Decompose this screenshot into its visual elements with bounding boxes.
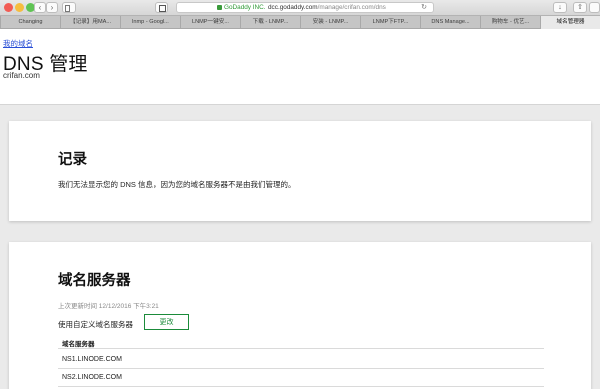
records-message: 我们无法显示您的 DNS 信息，因为您的域名服务器不是由我们管理的。 (58, 180, 296, 189)
tab[interactable]: LNMP一键安... (180, 16, 240, 29)
tab[interactable]: 安装 - LNMP... (300, 16, 360, 29)
tab[interactable]: DNS Manage... (420, 16, 480, 29)
nameservers-card: 域名服务器 上次更新时间 12/12/2016 下午3:21 使用自定义域名服务… (9, 242, 591, 389)
lock-icon (217, 5, 222, 10)
tab[interactable]: Changing (0, 16, 60, 29)
address-bar[interactable]: GoDaddy INC. dcc.godaddy.com/manage/crif… (176, 2, 434, 13)
reload-icon[interactable]: ↻ (421, 3, 427, 12)
close-window-button[interactable] (4, 3, 13, 12)
tab[interactable]: 【记录】用MA... (60, 16, 120, 29)
certificate-org: GoDaddy INC. (224, 4, 266, 11)
nameserver-row: NS1.LINODE.COM (62, 356, 122, 363)
share-button[interactable]: ⇧ (573, 2, 587, 13)
page-header: 我的域名 DNS 管理 crifan.com (0, 29, 600, 105)
nameserver-row: NS2.LINODE.COM (62, 374, 122, 381)
records-card: 记录 我们无法显示您的 DNS 信息，因为您的域名服务器不是由我们管理的。 (9, 121, 591, 221)
download-button[interactable]: ↓ (553, 2, 567, 13)
tab[interactable]: 购物车 - 优艺... (480, 16, 540, 29)
url-host: dcc.godaddy.com (268, 4, 318, 11)
tab-active[interactable]: 域名管理器 (540, 16, 600, 29)
tab[interactable]: LNMP下FTP... (360, 16, 420, 29)
records-heading: 记录 (58, 152, 87, 168)
page-content: 我的域名 DNS 管理 crifan.com 记录 我们无法显示您的 DNS 信… (0, 29, 600, 389)
download-icon: ↓ (558, 4, 562, 11)
sidebar-toggle-button[interactable] (62, 2, 76, 13)
url-path: /manage/crifan.com/dns (317, 4, 386, 11)
tab-bar: Changing 【记录】用MA... lnmp - Googl... LNMP… (0, 15, 600, 29)
breadcrumb-my-domains[interactable]: 我的域名 (3, 38, 33, 49)
share-icon: ⇧ (577, 4, 583, 11)
domain-name: crifan.com (3, 71, 40, 80)
browser-toolbar: ‹ › GoDaddy INC. dcc.godaddy.com/manage/… (0, 0, 600, 15)
divider (58, 348, 544, 349)
tab-overview-button[interactable] (155, 2, 168, 13)
nameservers-heading: 域名服务器 (58, 273, 131, 289)
custom-nameserver-label: 使用自定义域名服务器 (58, 320, 133, 329)
divider (58, 368, 544, 369)
minimize-window-button[interactable] (15, 3, 24, 12)
new-tab-button[interactable] (589, 2, 600, 13)
tab[interactable]: 下载 - LNMP... (240, 16, 300, 29)
tab[interactable]: lnmp - Googl... (120, 16, 180, 29)
back-button[interactable]: ‹ (34, 2, 46, 13)
url-text: dcc.godaddy.com/manage/crifan.com/dns (268, 3, 386, 12)
last-updated: 上次更新时间 12/12/2016 下午3:21 (58, 303, 159, 310)
forward-button[interactable]: › (46, 2, 58, 13)
divider (58, 386, 544, 387)
change-button[interactable]: 更改 (144, 314, 189, 330)
chevron-left-icon: ‹ (38, 3, 42, 12)
nameserver-column-header: 域名服务器 (62, 341, 95, 348)
chevron-right-icon: › (50, 3, 54, 12)
